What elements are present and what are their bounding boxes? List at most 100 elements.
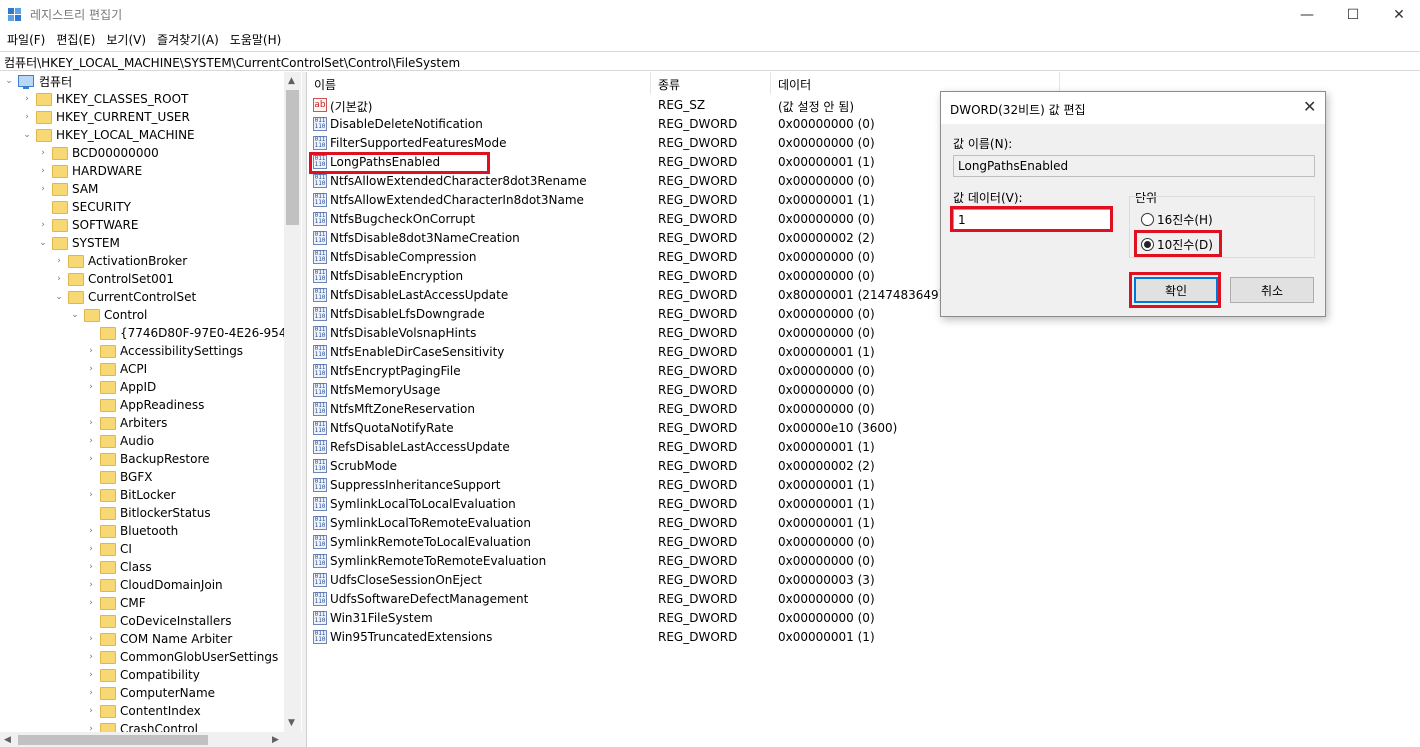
tree-item[interactable]: CoDeviceInstallers — [86, 612, 231, 630]
chevron-right-icon[interactable]: › — [22, 90, 32, 108]
tree-item[interactable]: BitlockerStatus — [86, 504, 211, 522]
chevron-right-icon[interactable]: › — [86, 432, 96, 450]
pane-splitter[interactable] — [302, 72, 307, 747]
column-header-type[interactable]: 종류 — [652, 72, 771, 94]
tree-item[interactable]: › Bluetooth — [86, 522, 178, 540]
tree-item[interactable]: ⌄ SYSTEM — [38, 234, 120, 252]
chevron-right-icon[interactable]: › — [86, 522, 96, 540]
chevron-right-icon[interactable]: › — [86, 342, 96, 360]
chevron-down-icon[interactable]: ⌄ — [4, 72, 14, 90]
chevron-right-icon[interactable]: › — [38, 216, 48, 234]
tree-item[interactable]: › ComputerName — [86, 684, 215, 702]
chevron-down-icon[interactable]: ⌄ — [38, 234, 48, 252]
value-row[interactable]: 011 110 NtfsEnableDirCaseSensitivity REG_DW… — [308, 343, 1068, 362]
tree-item[interactable]: ⌄ HKEY_LOCAL_MACHINE — [22, 126, 194, 144]
chevron-right-icon[interactable]: › — [86, 414, 96, 432]
value-row[interactable]: 011 110 NtfsMemoryUsage REG_DWORD 0x00000000… — [308, 381, 1068, 400]
tree-item[interactable]: › BackupRestore — [86, 450, 209, 468]
chevron-right-icon[interactable]: › — [38, 162, 48, 180]
minimize-button[interactable]: — — [1284, 0, 1330, 29]
chevron-right-icon[interactable]: › — [86, 576, 96, 594]
chevron-right-icon[interactable]: › — [38, 144, 48, 162]
chevron-down-icon[interactable]: ⌄ — [70, 306, 80, 324]
tree-vertical-scroll-thumb[interactable] — [286, 90, 299, 225]
address-bar[interactable]: 컴퓨터\HKEY_LOCAL_MACHINE\SYSTEM\CurrentCon… — [0, 51, 1420, 71]
value-row[interactable]: 011 110 UdfsCloseSessionOnEject REG_DWORD 0x… — [308, 571, 1068, 590]
chevron-right-icon[interactable]: › — [86, 360, 96, 378]
close-window-button[interactable]: ✕ — [1376, 0, 1420, 29]
tree-horizontal-scroll-thumb[interactable] — [18, 735, 208, 745]
chevron-right-icon[interactable]: › — [86, 378, 96, 396]
value-row[interactable]: 011 110 RefsDisableLastAccessUpdate REG_DWO… — [308, 438, 1068, 457]
chevron-right-icon[interactable]: › — [38, 180, 48, 198]
tree-item[interactable]: AppReadiness — [86, 396, 204, 414]
tree-item[interactable]: BGFX — [86, 468, 152, 486]
menu-favorites[interactable]: 즐겨찾기(A) — [152, 29, 225, 50]
chevron-right-icon[interactable]: › — [86, 666, 96, 684]
tree-item[interactable]: › Compatibility — [86, 666, 200, 684]
tree-item[interactable]: SECURITY — [38, 198, 131, 216]
chevron-right-icon[interactable]: › — [22, 108, 32, 126]
tree-item[interactable]: {7746D80F-97E0-4E26-9543- — [86, 324, 298, 342]
value-row[interactable]: 011 110 UdfsSoftwareDefectManagement REG_DW… — [308, 590, 1068, 609]
chevron-right-icon[interactable]: › — [86, 630, 96, 648]
value-row[interactable]: 011 110 NtfsMftZoneReservation REG_DWORD 0x0… — [308, 400, 1068, 419]
chevron-down-icon[interactable]: ⌄ — [54, 288, 64, 306]
scroll-up-arrow-icon[interactable]: ▲ — [288, 76, 295, 86]
menu-view[interactable]: 보기(V) — [101, 29, 152, 50]
tree-item[interactable]: › ActivationBroker — [54, 252, 187, 270]
value-row[interactable]: 011 110 Win95TruncatedExtensions REG_DWORD 0… — [308, 628, 1068, 647]
tree-item[interactable]: › CommonGlobUserSettings — [86, 648, 278, 666]
tree-item[interactable]: › Class — [86, 558, 151, 576]
tree-item[interactable]: › ContentIndex — [86, 702, 201, 720]
value-row[interactable]: 011 110 SymlinkLocalToRemoteEvaluation REG_… — [308, 514, 1068, 533]
tree-item[interactable]: › CI — [86, 540, 132, 558]
tree-item[interactable]: › ACPI — [86, 360, 147, 378]
radio-hexadecimal[interactable]: 16진수(H) — [1141, 211, 1213, 228]
column-header-name[interactable]: 이름 — [308, 72, 651, 94]
maximize-button[interactable]: ☐ — [1330, 0, 1376, 29]
tree-item[interactable]: ⌄ CurrentControlSet — [54, 288, 196, 306]
value-row[interactable]: 011 110 SuppressInheritanceSupport REG_DWOR… — [308, 476, 1068, 495]
scroll-right-arrow-icon[interactable]: ▶ — [272, 735, 279, 745]
tree-item[interactable]: › SAM — [38, 180, 98, 198]
tree-item[interactable]: › ControlSet001 — [54, 270, 174, 288]
tree-item[interactable]: › CloudDomainJoin — [86, 576, 222, 594]
scroll-left-arrow-icon[interactable]: ◀ — [4, 735, 11, 745]
menu-edit[interactable]: 편집(E) — [51, 29, 101, 50]
value-row[interactable]: 011 110 SymlinkRemoteToLocalEvaluation REG_… — [308, 533, 1068, 552]
chevron-right-icon[interactable]: › — [86, 450, 96, 468]
value-row[interactable]: 011 110 SymlinkLocalToLocalEvaluation REG_D… — [308, 495, 1068, 514]
value-row[interactable]: 011 110 NtfsEncryptPagingFile REG_DWORD 0x00… — [308, 362, 1068, 381]
tree-item[interactable]: › HKEY_CURRENT_USER — [22, 108, 190, 126]
menu-help[interactable]: 도움말(H) — [225, 29, 288, 50]
tree-item[interactable]: › HARDWARE — [38, 162, 142, 180]
menu-file[interactable]: 파일(F) — [2, 29, 51, 50]
value-row[interactable]: 011 110 NtfsDisableVolsnapHints REG_DWORD 0x… — [308, 324, 1068, 343]
tree-item[interactable]: › HKEY_CLASSES_ROOT — [22, 90, 188, 108]
value-row[interactable]: 011 110 Win31FileSystem REG_DWORD 0x00000000… — [308, 609, 1068, 628]
chevron-right-icon[interactable]: › — [86, 702, 96, 720]
chevron-right-icon[interactable]: › — [54, 270, 64, 288]
tree-item[interactable]: › COM Name Arbiter — [86, 630, 232, 648]
value-row[interactable]: 011 110 SymlinkRemoteToRemoteEvaluation REG… — [308, 552, 1068, 571]
dialog-close-icon[interactable]: ✕ — [1303, 97, 1316, 116]
tree-item[interactable]: › BitLocker — [86, 486, 175, 504]
chevron-right-icon[interactable]: › — [86, 486, 96, 504]
chevron-right-icon[interactable]: › — [86, 684, 96, 702]
tree-item[interactable]: ⌄ 컴퓨터 — [4, 72, 72, 90]
tree-item[interactable]: › Arbiters — [86, 414, 167, 432]
scroll-down-arrow-icon[interactable]: ▼ — [288, 718, 295, 728]
chevron-right-icon[interactable]: › — [86, 558, 96, 576]
tree-item[interactable]: ⌄ Control — [70, 306, 147, 324]
tree-item[interactable]: › CMF — [86, 594, 145, 612]
tree-item[interactable]: › AppID — [86, 378, 156, 396]
chevron-right-icon[interactable]: › — [86, 648, 96, 666]
tree-item[interactable]: › Audio — [86, 432, 154, 450]
tree-item[interactable]: › AccessibilitySettings — [86, 342, 243, 360]
value-name-field[interactable]: LongPathsEnabled — [953, 155, 1315, 177]
tree-item[interactable]: › BCD00000000 — [38, 144, 159, 162]
cancel-button[interactable]: 취소 — [1230, 277, 1314, 303]
chevron-right-icon[interactable]: › — [54, 252, 64, 270]
value-row[interactable]: 011 110 NtfsQuotaNotifyRate REG_DWORD 0x0000… — [308, 419, 1068, 438]
